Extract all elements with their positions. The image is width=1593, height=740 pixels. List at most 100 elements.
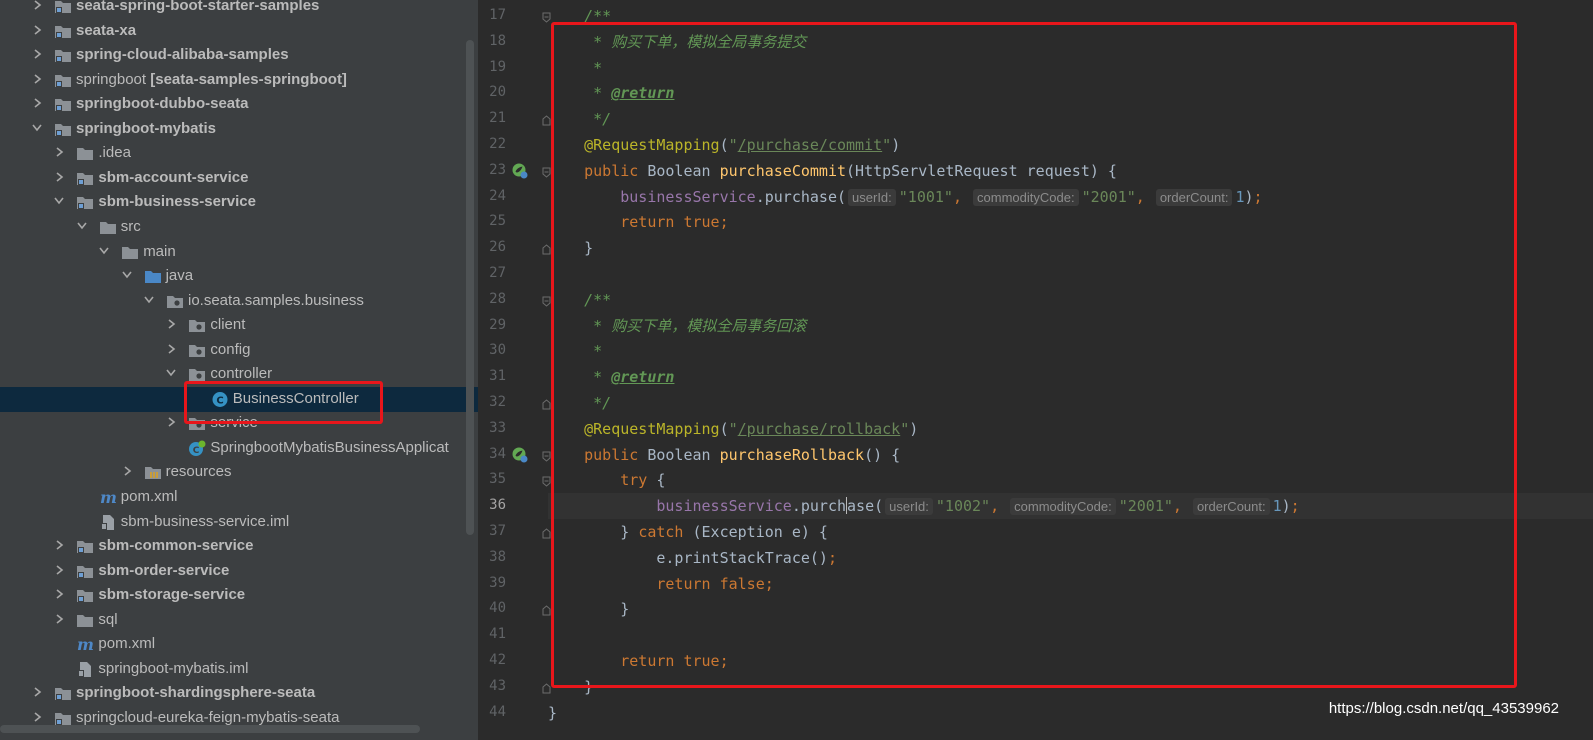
code-token: } xyxy=(548,703,558,722)
gutter-line[interactable]: 39 xyxy=(478,571,548,597)
tree-item-springboot-dubbo-seata[interactable]: springboot-dubbo-seata xyxy=(0,92,478,117)
module-folder-icon xyxy=(54,72,72,89)
gutter-line[interactable]: 29 xyxy=(478,313,548,339)
tree-item-io-seata-samples-business[interactable]: io.seata.samples.business xyxy=(0,289,478,314)
line-number: 24 xyxy=(489,187,506,204)
spring-endpoint-icon[interactable] xyxy=(512,163,528,179)
gutter-line[interactable]: 32 xyxy=(478,390,551,416)
gutter-line[interactable]: 26 xyxy=(478,235,551,261)
gutter-line[interactable]: 28 xyxy=(478,287,551,313)
chevron-down-icon[interactable] xyxy=(121,269,132,281)
tree-item-sbm-storage-service[interactable]: sbm-storage-service xyxy=(0,583,478,608)
tree-item-sbm-order-service[interactable]: sbm-order-service xyxy=(0,559,478,584)
gutter-line[interactable]: 23 xyxy=(478,158,551,184)
tree-item-seata-xa[interactable]: seata-xa xyxy=(0,19,478,44)
tree-item-springboot[interactable]: springboot [seata-samples-springboot] xyxy=(0,68,478,93)
chevron-down-icon[interactable] xyxy=(166,367,177,379)
gutter-line[interactable]: 19 xyxy=(478,55,548,81)
gutter-line[interactable]: 27 xyxy=(478,261,548,287)
gutter-line[interactable]: 18 xyxy=(478,29,548,55)
chevron-right-icon[interactable] xyxy=(32,97,42,109)
chevron-right-icon[interactable] xyxy=(54,613,64,625)
gutter-line[interactable]: 31 xyxy=(478,364,548,390)
line-number: 41 xyxy=(489,626,506,643)
gutter-line[interactable]: 20 xyxy=(478,80,548,106)
tree-item-sbm-business-service-iml[interactable]: sbm-business-service.iml xyxy=(0,510,478,535)
gutter-line[interactable]: 17 xyxy=(478,3,551,29)
chevron-right-icon[interactable] xyxy=(54,146,64,158)
gutter-line[interactable]: 34 xyxy=(478,442,551,468)
gutter-line[interactable]: 33 xyxy=(478,416,548,442)
chevron-down-icon[interactable] xyxy=(77,220,87,232)
tree-item-resources[interactable]: resources xyxy=(0,460,478,485)
gutter-line[interactable]: 44 xyxy=(478,700,548,726)
svg-text:m: m xyxy=(100,489,117,506)
gutter-line[interactable]: 21 xyxy=(478,106,551,132)
chevron-right-icon[interactable] xyxy=(54,564,64,576)
gutter-line[interactable]: 37 xyxy=(478,519,551,545)
gutter-line[interactable]: 43 xyxy=(478,674,551,700)
gutter-line[interactable]: 35 xyxy=(478,467,551,493)
chevron-right-icon[interactable] xyxy=(166,343,176,355)
tree-item-name: SpringbootMybatisBusinessApplicat xyxy=(210,438,449,456)
tree-item-name: pom.xml xyxy=(120,488,178,505)
tree-item-spring-cloud-alibaba-samples[interactable]: spring-cloud-alibaba-samples xyxy=(0,43,478,68)
line-number: 20 xyxy=(489,84,506,101)
tree-item-springbootmybatisbusinessapplicat[interactable]: C SpringbootMybatisBusinessApplicat xyxy=(0,436,478,461)
tree-item-springboot-mybatis-iml[interactable]: springboot-mybatis.iml xyxy=(0,657,478,682)
tree-item-java[interactable]: java xyxy=(0,264,478,289)
chevron-right-icon[interactable] xyxy=(32,0,42,11)
project-tree-horizontal-scrollbar[interactable] xyxy=(0,725,420,733)
chevron-right-icon[interactable] xyxy=(122,465,132,477)
tree-item-main[interactable]: main xyxy=(0,240,478,265)
gutter-line[interactable]: 41 xyxy=(478,622,548,648)
module-folder-icon xyxy=(54,23,72,40)
highlight-box-code xyxy=(551,22,1517,688)
tree-item-sbm-business-service[interactable]: sbm-business-service xyxy=(0,190,478,215)
chevron-right-icon[interactable] xyxy=(32,24,42,36)
gutter-line[interactable]: 24 xyxy=(478,184,548,210)
chevron-right-icon[interactable] xyxy=(54,171,64,183)
tree-item-config[interactable]: config xyxy=(0,338,478,363)
tree-item-pom-xml[interactable]: m pom.xml xyxy=(0,632,478,657)
module-folder-icon xyxy=(54,47,72,64)
chevron-right-icon[interactable] xyxy=(32,48,42,60)
module-folder-icon xyxy=(76,587,94,604)
tree-item-pom-xml[interactable]: m pom.xml xyxy=(0,485,478,510)
gutter-line[interactable]: 42 xyxy=(478,648,548,674)
chevron-right-icon[interactable] xyxy=(54,588,64,600)
tree-item-label: main xyxy=(143,243,176,260)
chevron-down-icon[interactable] xyxy=(99,245,109,257)
gutter-line[interactable]: 36 xyxy=(478,493,548,519)
tree-item-sql[interactable]: sql xyxy=(0,608,478,633)
gutter-line[interactable]: 38 xyxy=(478,545,548,571)
chevron-right-icon[interactable] xyxy=(166,318,176,330)
chevron-right-icon[interactable] xyxy=(32,73,42,85)
tree-item-client[interactable]: client xyxy=(0,313,478,338)
tree-item-sbm-common-service[interactable]: sbm-common-service xyxy=(0,534,478,559)
tree-item-sbm-account-service[interactable]: sbm-account-service xyxy=(0,166,478,191)
tree-item-springboot-mybatis[interactable]: springboot-mybatis xyxy=(0,117,478,142)
tree-item--idea[interactable]: .idea xyxy=(0,141,478,166)
tree-item-src[interactable]: src xyxy=(0,215,478,240)
gutter-line[interactable]: 30 xyxy=(478,338,548,364)
module-folder-icon xyxy=(76,563,94,580)
chevron-down-icon[interactable] xyxy=(32,122,42,134)
chevron-right-icon[interactable] xyxy=(32,686,42,698)
project-tree-vertical-scrollbar[interactable] xyxy=(466,40,474,535)
spring-endpoint-icon[interactable] xyxy=(512,447,528,463)
chevron-right-icon[interactable] xyxy=(166,416,176,428)
tree-item-springboot-shardingsphere-seata[interactable]: springboot-shardingsphere-seata xyxy=(0,681,478,706)
line-number: 30 xyxy=(489,342,506,359)
tree-item-seata-spring-boot-starter-samples[interactable]: seata-spring-boot-starter-samples xyxy=(0,0,478,19)
chevron-down-icon[interactable] xyxy=(144,294,154,306)
chevron-down-icon[interactable] xyxy=(54,195,65,207)
line-number: 33 xyxy=(489,419,506,436)
chevron-right-icon[interactable] xyxy=(54,539,64,551)
tree-item-name: sbm-common-service xyxy=(98,537,254,555)
gutter-line[interactable]: 40 xyxy=(478,596,551,622)
project-tree-panel[interactable]: seata-spring-boot-starter-samples seata-x… xyxy=(0,0,478,740)
gutter-line[interactable]: 25 xyxy=(478,209,548,235)
gutter-line[interactable]: 22 xyxy=(478,132,548,158)
chevron-right-icon[interactable] xyxy=(32,711,42,723)
